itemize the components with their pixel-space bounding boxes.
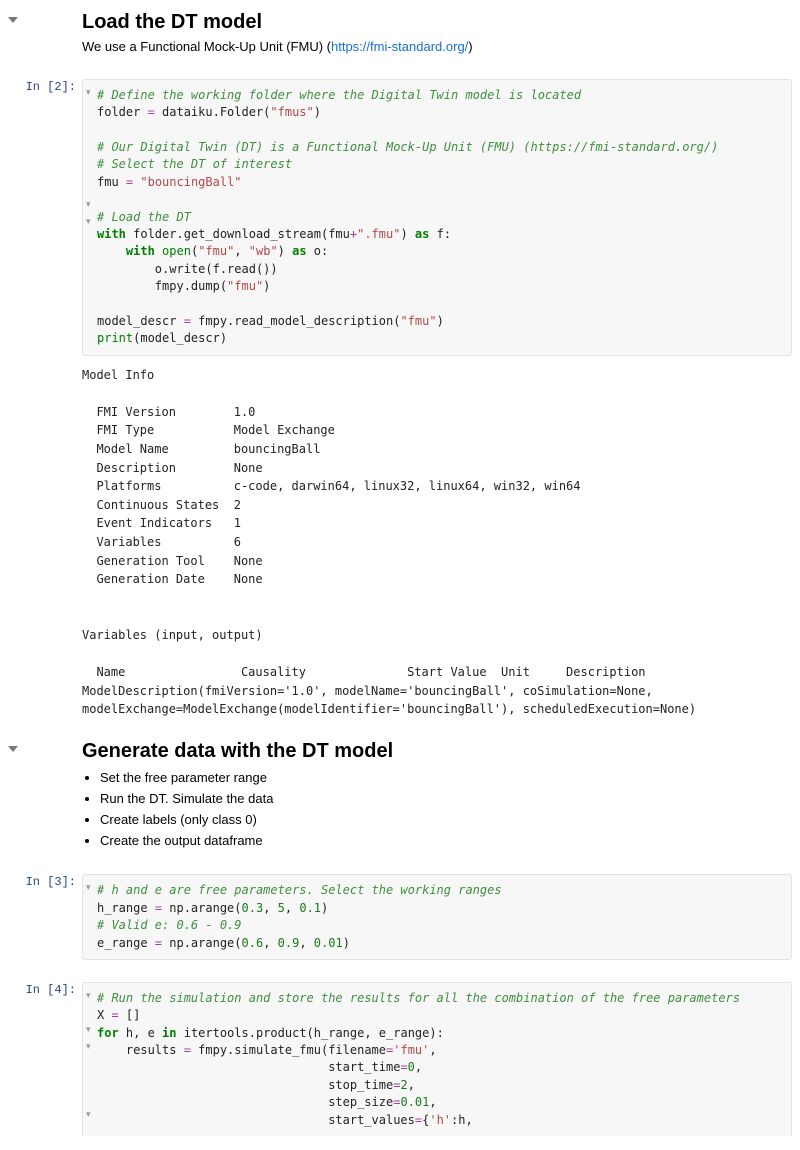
code-cell-2: In [2]: ▾ ▾ ▾ # Define the working folde…	[0, 71, 800, 729]
intro-text: We use a Functional Mock-Up Unit (FMU) (…	[82, 38, 792, 57]
fold-icon[interactable]: ▾	[86, 86, 95, 100]
prompt-in-2: In [2]:	[22, 71, 82, 96]
collapse-gutter[interactable]	[0, 866, 22, 876]
fold-icon[interactable]: ▾	[86, 1023, 95, 1037]
fmi-link[interactable]: https://fmi-standard.org/	[331, 39, 468, 54]
md-cell-load-dt: Load the DT model We use a Functional Mo…	[0, 0, 800, 71]
prompt-empty	[22, 0, 82, 8]
bullet-list: Set the free parameter range Run the DT.…	[100, 769, 792, 850]
fold-icon[interactable]: ▾	[86, 881, 95, 895]
collapse-gutter[interactable]	[0, 71, 22, 81]
code-source[interactable]: # Run the simulation and store the resul…	[83, 983, 791, 1136]
chevron-down-icon	[8, 17, 18, 23]
collapse-gutter[interactable]	[0, 974, 22, 984]
fold-icon[interactable]: ▾	[86, 989, 95, 1003]
md-body[interactable]: Generate data with the DT model Set the …	[82, 729, 800, 866]
list-item: Create labels (only class 0)	[100, 811, 792, 830]
code-input-2[interactable]: ▾ ▾ ▾ # Define the working folder where …	[82, 79, 792, 356]
list-item: Set the free parameter range	[100, 769, 792, 788]
code-source[interactable]: # Define the working folder where the Di…	[83, 80, 791, 355]
fold-icon[interactable]: ▾	[86, 198, 95, 212]
prompt-empty	[22, 729, 82, 737]
collapse-gutter[interactable]	[0, 729, 22, 758]
code-input-4[interactable]: ▾ ▾ ▾ ▾ # Run the simulation and store t…	[82, 982, 792, 1136]
heading-load-dt: Load the DT model	[82, 10, 792, 34]
list-item: Run the DT. Simulate the data	[100, 790, 792, 809]
code-cell-3: In [3]: ▾ # h and e are free parameters.…	[0, 866, 800, 974]
fold-icon[interactable]: ▾	[86, 215, 95, 229]
prompt-in-4: In [4]:	[22, 974, 82, 999]
list-item: Create the output dataframe	[100, 832, 792, 851]
collapse-gutter[interactable]	[0, 0, 22, 29]
code-cell-4: In [4]: ▾ ▾ ▾ ▾ # Run the simulation and…	[0, 974, 800, 1150]
heading-generate: Generate data with the DT model	[82, 739, 792, 763]
md-body[interactable]: Load the DT model We use a Functional Mo…	[82, 0, 800, 71]
code-input-3[interactable]: ▾ # h and e are free parameters. Select …	[82, 874, 792, 960]
code-source[interactable]: # h and e are free parameters. Select th…	[83, 875, 791, 959]
fold-icon[interactable]: ▾	[86, 1108, 95, 1122]
cell-body: ▾ ▾ ▾ ▾ # Run the simulation and store t…	[82, 974, 800, 1150]
prompt-in-3: In [3]:	[22, 866, 82, 891]
code-output-2: Model Info FMI Version 1.0 FMI Type Mode…	[82, 362, 792, 719]
cell-body: ▾ ▾ ▾ # Define the working folder where …	[82, 71, 800, 729]
md-cell-generate: Generate data with the DT model Set the …	[0, 729, 800, 866]
chevron-down-icon	[8, 746, 18, 752]
fold-icon[interactable]: ▾	[86, 1040, 95, 1054]
cell-body: ▾ # h and e are free parameters. Select …	[82, 866, 800, 974]
notebook: Load the DT model We use a Functional Mo…	[0, 0, 800, 1150]
